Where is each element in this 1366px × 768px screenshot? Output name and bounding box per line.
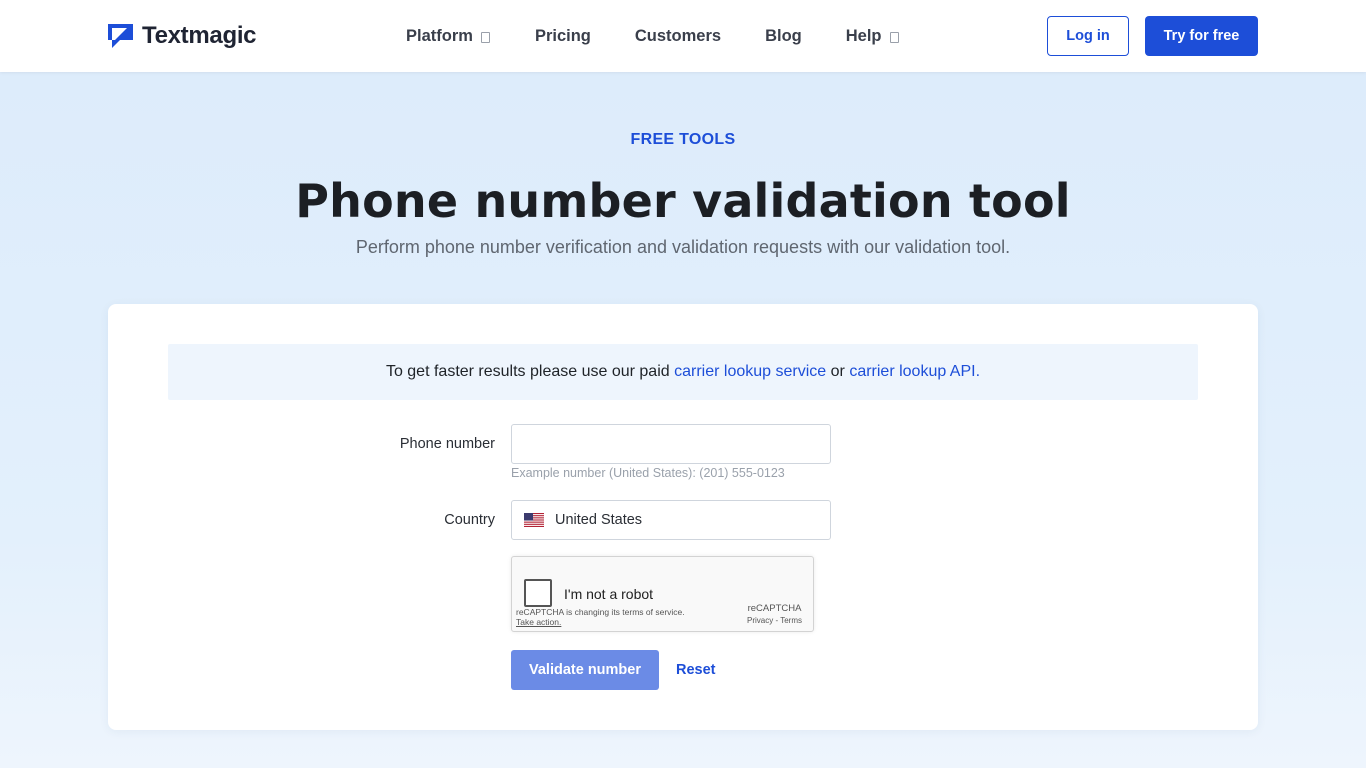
nav-item-blog[interactable]: Blog: [765, 0, 802, 72]
nav-item-label: Platform: [406, 26, 473, 45]
info-notice: To get faster results please use our pai…: [168, 344, 1198, 400]
nav-item-label: Customers: [634, 26, 722, 45]
nav-item-pricing[interactable]: Pricing: [535, 0, 591, 72]
nav-item-customers[interactable]: Customers: [635, 0, 721, 72]
nav-item-label: Blog: [765, 26, 802, 45]
carrier-lookup-api-link[interactable]: carrier lookup API.: [849, 363, 980, 381]
recaptcha-notice: reCAPTCHA is changing its terms of servi…: [516, 607, 685, 627]
recaptcha-notice-text: reCAPTCHA is changing its terms of servi…: [516, 607, 685, 617]
recaptcha-privacy-terms-links[interactable]: Privacy - Terms: [747, 615, 802, 627]
page-subtitle: Perform phone number verification and va…: [355, 237, 1011, 257]
recaptcha-checkbox[interactable]: [524, 579, 552, 607]
recaptcha-take-action-link[interactable]: Take action.: [516, 617, 685, 627]
recaptcha-brand-name: reCAPTCHA: [747, 603, 802, 614]
country-value: United States: [555, 512, 643, 528]
carrier-lookup-service-link[interactable]: carrier lookup service: [674, 363, 826, 381]
try-for-free-button[interactable]: Try for free: [1145, 16, 1258, 56]
recaptcha-brand: reCAPTCHA Privacy - Terms: [747, 603, 802, 627]
nav-item-help[interactable]: Help: [846, 0, 899, 72]
notice-text-or: or: [830, 363, 845, 380]
country-select[interactable]: United States: [511, 500, 831, 540]
recaptcha-widget: I'm not a robot reCAPTCHA is changing it…: [511, 556, 814, 632]
phone-number-label: Phone number: [399, 436, 495, 452]
recaptcha-label: I'm not a robot: [564, 586, 654, 602]
nav-item-label: Pricing: [534, 26, 591, 45]
nav-item-label: Help: [845, 26, 882, 45]
phone-number-input[interactable]: [511, 424, 831, 464]
eyebrow-label: FREE TOOLS: [630, 131, 736, 148]
site-header: Textmagic Platform Pricing Customers Blo…: [0, 0, 1366, 72]
reset-button[interactable]: Reset: [676, 650, 716, 690]
nav-item-platform[interactable]: Platform: [406, 0, 490, 72]
logo-text: Textmagic: [142, 22, 257, 49]
login-button[interactable]: Log in: [1047, 16, 1129, 56]
chevron-down-icon: [889, 31, 899, 43]
page-title: Phone number validation tool: [295, 174, 1071, 228]
us-flag-icon: [524, 513, 544, 527]
chevron-down-icon: [480, 31, 490, 43]
logo[interactable]: Textmagic: [107, 21, 257, 51]
notice-text: To get faster results please use our pai…: [385, 363, 670, 380]
validation-card: To get faster results please use our pai…: [108, 304, 1258, 730]
main-nav: Platform Pricing Customers Blog Help: [406, 0, 899, 72]
logo-icon: [108, 23, 133, 48]
validate-number-button[interactable]: Validate number: [511, 650, 659, 690]
country-label: Country: [444, 512, 495, 528]
phone-number-hint: Example number (United States): (201) 55…: [511, 466, 785, 480]
